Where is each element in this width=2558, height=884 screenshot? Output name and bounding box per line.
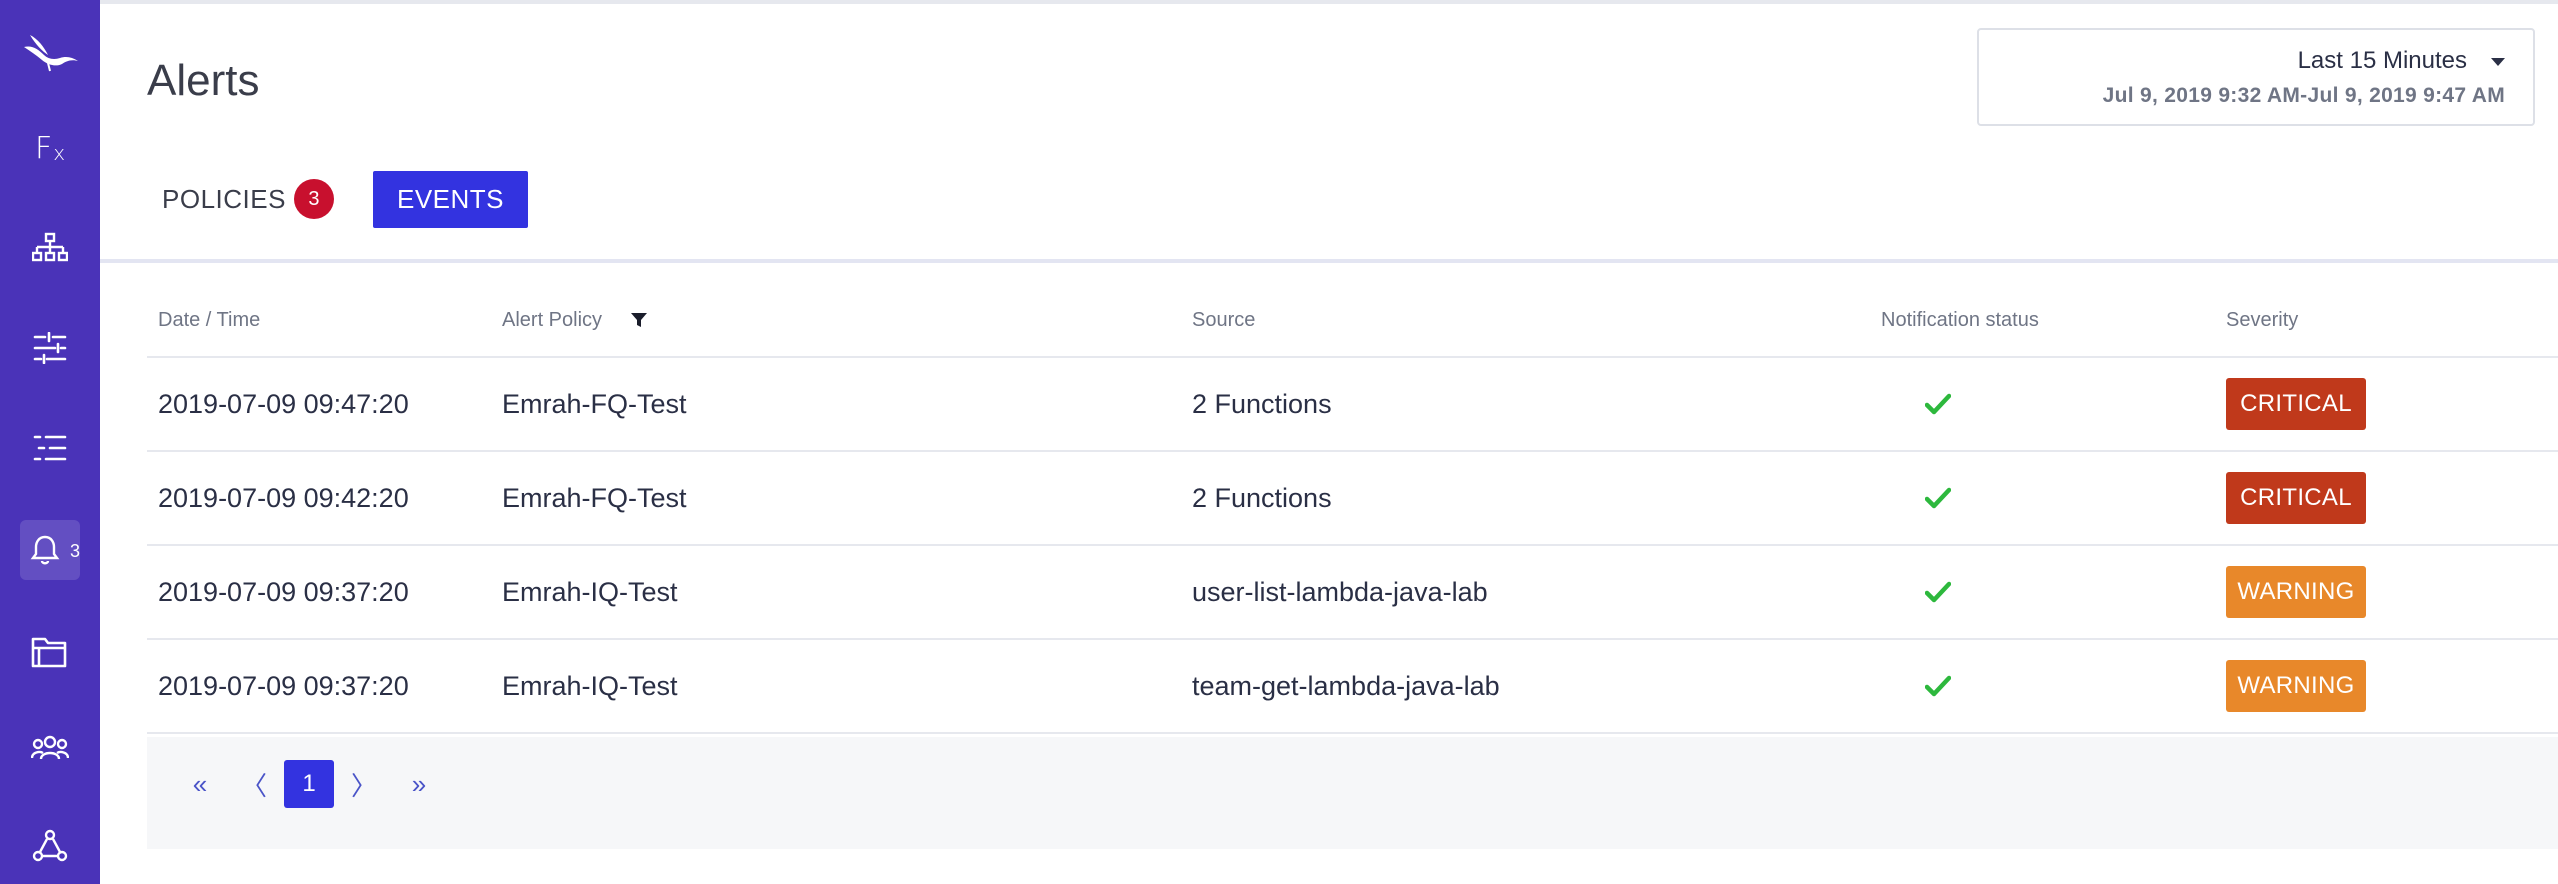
severity-badge: WARNING — [2226, 566, 2366, 618]
folder-icon[interactable] — [20, 622, 80, 682]
table-row[interactable]: 2019-07-09 09:42:20 Emrah-FQ-Test 2 Func… — [147, 452, 2558, 546]
sidebar: Fx 3 — [0, 0, 100, 884]
policies-count-badge: 3 — [293, 179, 334, 219]
page-1-button[interactable]: 1 — [284, 760, 334, 808]
severity-badge: CRITICAL — [2226, 472, 2366, 524]
alerts-nav-item[interactable]: 3 — [20, 520, 80, 580]
tab-policies[interactable]: POLICIES 3 — [162, 170, 334, 228]
prev-page-button[interactable]: 〈 — [239, 760, 269, 808]
cell-date: 2019-07-09 09:42:20 — [158, 483, 409, 513]
bird-logo-icon[interactable] — [20, 20, 80, 80]
column-header-notification[interactable]: Notification status — [1881, 309, 2039, 332]
tab-events[interactable]: EVENTS — [373, 171, 528, 228]
table-row[interactable]: 2019-07-09 09:47:20 Emrah-FQ-Test 2 Func… — [147, 358, 2558, 452]
caret-down-icon — [2491, 58, 2505, 66]
alerts-events-table: Date / Time Alert Policy Source Notifica… — [147, 285, 2558, 734]
column-header-policy[interactable]: Alert Policy — [502, 309, 602, 332]
time-range-label: Last 15 Minutes — [2297, 47, 2467, 74]
first-page-button[interactable]: « — [187, 760, 213, 808]
cell-policy[interactable]: Emrah-FQ-Test — [502, 483, 687, 514]
check-icon — [1925, 675, 1951, 697]
cell-source[interactable]: 2 Functions — [1192, 483, 1332, 514]
check-icon — [1925, 487, 1951, 509]
cell-source[interactable]: 2 Functions — [1192, 389, 1332, 420]
cell-date: 2019-07-09 09:37:20 — [158, 577, 409, 607]
cell-policy[interactable]: Emrah-IQ-Test — [502, 671, 678, 702]
check-icon — [1925, 393, 1951, 415]
table-row[interactable]: 2019-07-09 09:37:20 Emrah-IQ-Test user-l… — [147, 546, 2558, 640]
cell-date: 2019-07-09 09:47:20 — [158, 389, 409, 419]
cell-date: 2019-07-09 09:37:20 — [158, 671, 409, 701]
cell-policy[interactable]: Emrah-FQ-Test — [502, 389, 687, 420]
functions-label: Fx — [34, 130, 66, 166]
functions-icon[interactable]: Fx — [20, 118, 80, 178]
column-header-date[interactable]: Date / Time — [158, 309, 260, 332]
top-border — [0, 0, 2558, 4]
time-range-picker[interactable]: Last 15 Minutes Jul 9, 2019 9:32 AM-Jul … — [1977, 28, 2535, 126]
page-title: Alerts — [147, 56, 260, 105]
table-row[interactable]: 2019-07-09 09:37:20 Emrah-IQ-Test team-g… — [147, 640, 2558, 734]
pagination: « 〈 1 〉 » — [147, 737, 2558, 849]
severity-badge: WARNING — [2226, 660, 2366, 712]
column-header-source[interactable]: Source — [1192, 309, 1255, 332]
check-icon — [1925, 581, 1951, 603]
table-header: Date / Time Alert Policy Source Notifica… — [147, 285, 2558, 358]
severity-badge: CRITICAL — [2226, 378, 2366, 430]
cell-policy[interactable]: Emrah-IQ-Test — [502, 577, 678, 608]
alerts-count-badge: 3 — [69, 541, 80, 561]
team-icon[interactable] — [20, 718, 80, 778]
tab-policies-label: POLICIES — [162, 183, 286, 214]
last-page-button[interactable]: » — [406, 760, 432, 808]
cell-source[interactable]: user-list-lambda-java-lab — [1192, 577, 1488, 608]
cell-source[interactable]: team-get-lambda-java-lab — [1192, 671, 1500, 702]
bell-icon — [30, 535, 60, 565]
next-page-button[interactable]: 〉 — [349, 760, 379, 808]
hierarchy-icon[interactable] — [20, 218, 80, 278]
list-icon[interactable] — [20, 418, 80, 478]
filter-icon[interactable] — [630, 311, 648, 329]
time-range-dates: Jul 9, 2019 9:32 AM-Jul 9, 2019 9:47 AM — [2102, 84, 2505, 107]
column-header-severity[interactable]: Severity — [2226, 309, 2298, 332]
sliders-icon[interactable] — [20, 318, 80, 378]
tabs-divider — [100, 259, 2558, 263]
network-icon[interactable] — [20, 816, 80, 876]
